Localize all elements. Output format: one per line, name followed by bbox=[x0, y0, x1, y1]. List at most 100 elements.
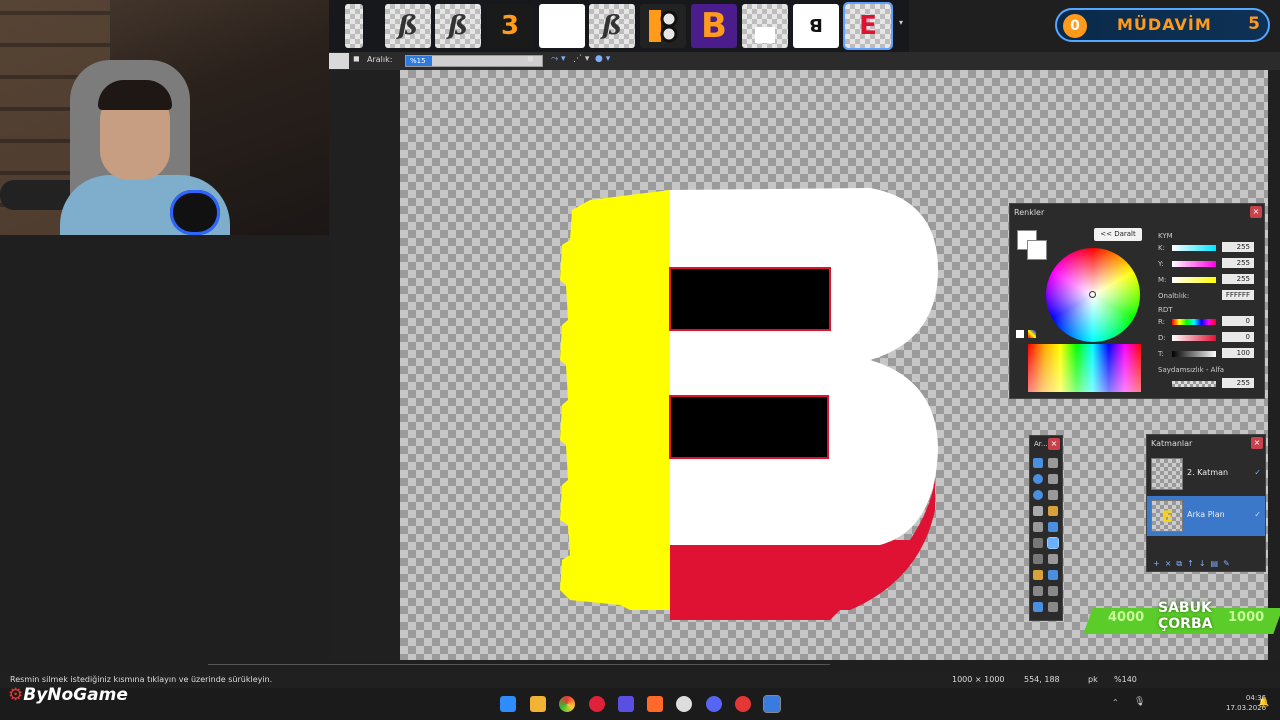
r-value[interactable]: 0 bbox=[1222, 316, 1254, 326]
layer-name: Arka Plan bbox=[1187, 510, 1225, 519]
layer-visibility-checkbox[interactable]: ✓ bbox=[1254, 510, 1261, 519]
paint-net-icon[interactable] bbox=[763, 695, 781, 713]
brave-icon[interactable] bbox=[647, 696, 663, 712]
microphone-icon[interactable]: 🎙 bbox=[1134, 697, 1145, 707]
notifications-icon[interactable]: 🔔 bbox=[1258, 698, 1269, 708]
status-hint: Resmin silmek istediğiniz kısmına tıklay… bbox=[10, 675, 273, 684]
color-wheel-cursor[interactable] bbox=[1089, 291, 1096, 298]
blend-mode-icon[interactable]: ⋰ ▾ bbox=[573, 54, 589, 64]
alpha-slider[interactable] bbox=[1172, 381, 1216, 387]
move-selection-icon[interactable] bbox=[1048, 474, 1058, 484]
letter-hole-bottom bbox=[669, 395, 829, 459]
antialias-icon[interactable]: ⤳ ▾ bbox=[551, 54, 566, 64]
mudavim-badge: 0 MÜDAVİM 5 bbox=[1055, 8, 1270, 42]
paint-bucket-icon[interactable] bbox=[1033, 522, 1043, 532]
thumb-5[interactable] bbox=[539, 4, 585, 48]
move-icon[interactable] bbox=[1048, 458, 1058, 468]
d-value[interactable]: 0 bbox=[1222, 332, 1254, 342]
thumb-3[interactable]: ß bbox=[435, 4, 481, 48]
layer-actions-icons[interactable]: +×⧉↑↓▤✎ bbox=[1153, 559, 1235, 569]
tray-overflow-icon[interactable]: ⌃ bbox=[1112, 698, 1119, 707]
hex-value[interactable]: FFFFFF bbox=[1222, 290, 1254, 300]
secondary-color-box[interactable] bbox=[1027, 240, 1047, 260]
gradient-icon[interactable] bbox=[1048, 522, 1058, 532]
media-app-icon[interactable] bbox=[735, 696, 751, 712]
clone-stamp-icon[interactable] bbox=[1048, 554, 1058, 564]
thumb-6[interactable]: ß bbox=[589, 4, 635, 48]
palette-menu-icon[interactable] bbox=[1016, 330, 1024, 338]
layer-item[interactable]: 2. Katman ✓ bbox=[1147, 454, 1265, 494]
y-slider[interactable] bbox=[1172, 261, 1216, 267]
m-value[interactable]: 255 bbox=[1222, 274, 1254, 284]
spacing-dropdown-icon[interactable]: ◼ bbox=[527, 54, 534, 63]
chatgpt-icon[interactable] bbox=[676, 696, 692, 712]
t-value[interactable]: 100 bbox=[1222, 348, 1254, 358]
layer-item-selected[interactable]: E Arka Plan ✓ bbox=[1147, 496, 1265, 536]
r-slider[interactable] bbox=[1172, 319, 1216, 325]
thumb-11[interactable]: E bbox=[843, 2, 893, 50]
brush-menu-icon[interactable]: ◼ bbox=[353, 54, 360, 63]
opera-icon[interactable] bbox=[589, 696, 605, 712]
close-icon[interactable]: × bbox=[1048, 438, 1060, 450]
start-icon[interactable] bbox=[500, 696, 516, 712]
m-slider[interactable] bbox=[1172, 277, 1216, 283]
lasso-icon[interactable] bbox=[1033, 474, 1043, 484]
thumb-2[interactable]: ß bbox=[385, 4, 431, 48]
recolor-icon[interactable] bbox=[1033, 570, 1043, 580]
magic-wand-icon[interactable] bbox=[1033, 506, 1043, 516]
color-wheel[interactable] bbox=[1046, 248, 1140, 342]
pan-icon[interactable] bbox=[1048, 506, 1058, 516]
t-slider[interactable] bbox=[1172, 351, 1216, 357]
layer-thumbnail bbox=[1151, 458, 1183, 490]
spacing-label: Aralık: bbox=[367, 55, 393, 64]
shapes-icon[interactable] bbox=[1033, 602, 1043, 612]
units-dropdown[interactable]: pk bbox=[1088, 675, 1098, 684]
ellipse-select-icon[interactable] bbox=[1033, 490, 1043, 500]
shape-type-icon[interactable] bbox=[1048, 602, 1058, 612]
layer-visibility-checkbox[interactable]: ✓ bbox=[1254, 468, 1261, 477]
color-picker-icon[interactable] bbox=[1048, 570, 1058, 580]
colors-panel: Renkler × << Daralt KYM K: 255 Y: 255 M:… bbox=[1009, 203, 1265, 399]
color-palette[interactable] bbox=[1028, 344, 1141, 392]
chrome-icon[interactable] bbox=[559, 696, 575, 712]
mudavim-right-count: 5 bbox=[1248, 14, 1260, 34]
close-icon[interactable]: × bbox=[1250, 206, 1262, 218]
zoom-level[interactable]: %140 bbox=[1114, 675, 1137, 684]
collapse-button[interactable]: << Daralt bbox=[1094, 228, 1142, 241]
letter-left-yellow bbox=[560, 190, 670, 610]
tool-options-bar: ◼ Aralık: %15 ◼ ⤳ ▾ ⋰ ▾ ● ▾ bbox=[329, 52, 1280, 70]
k-slider[interactable] bbox=[1172, 245, 1216, 251]
thumb-10[interactable]: ꓭ bbox=[793, 4, 839, 48]
thumb-4[interactable]: 3 bbox=[487, 4, 533, 48]
close-icon[interactable]: × bbox=[1251, 437, 1263, 449]
rect-select-icon[interactable] bbox=[1033, 458, 1043, 468]
rgb-label: RDT bbox=[1158, 306, 1173, 314]
alpha-value[interactable]: 255 bbox=[1222, 378, 1254, 388]
paintbrush-icon[interactable] bbox=[1033, 538, 1043, 548]
file-explorer-icon[interactable] bbox=[530, 696, 546, 712]
eraser-icon[interactable] bbox=[1047, 537, 1059, 549]
thumb-1[interactable] bbox=[345, 4, 363, 48]
line-curve-icon[interactable] bbox=[1048, 586, 1058, 596]
thumb-9[interactable] bbox=[742, 4, 788, 48]
thumb-7[interactable] bbox=[640, 4, 686, 48]
palette-add-icon[interactable] bbox=[1028, 330, 1036, 338]
primary-color-swatch[interactable] bbox=[329, 53, 349, 69]
y-value[interactable]: 255 bbox=[1222, 258, 1254, 268]
d-slider[interactable] bbox=[1172, 335, 1216, 341]
pencil-icon[interactable] bbox=[1033, 554, 1043, 564]
text-icon[interactable] bbox=[1033, 586, 1043, 596]
discord-icon[interactable] bbox=[706, 696, 722, 712]
zoom-icon[interactable] bbox=[1048, 490, 1058, 500]
taskbar: ⚙ByNoGame ⌃ 🎙 04:36 17.03.2026 🔔 bbox=[0, 685, 1280, 720]
app-icon[interactable] bbox=[618, 696, 634, 712]
hex-label: Onaltılık: bbox=[1158, 292, 1190, 300]
alpha-mode-icon[interactable]: ● ▾ bbox=[595, 54, 610, 64]
thumb-8[interactable]: B bbox=[691, 4, 737, 48]
letter-main-white bbox=[670, 188, 938, 545]
tools-panel: Ar... × bbox=[1029, 435, 1063, 621]
k-value[interactable]: 255 bbox=[1222, 242, 1254, 252]
strip-scroll-icon[interactable]: ▾ bbox=[899, 18, 903, 27]
k-label: K: bbox=[1158, 244, 1165, 252]
spacing-slider[interactable]: %15 bbox=[405, 55, 543, 67]
